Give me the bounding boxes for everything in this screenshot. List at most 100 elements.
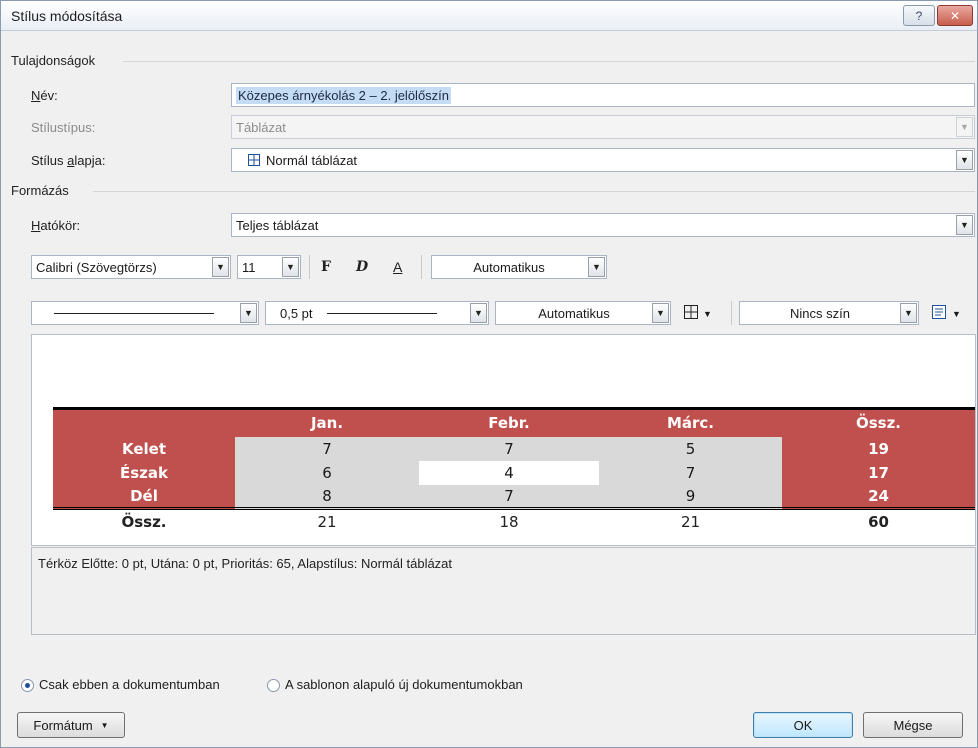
preview-summary-cell: 21 <box>235 507 419 535</box>
help-button[interactable]: ? <box>903 5 935 26</box>
preview-row: Kelet 7 7 5 19 <box>53 436 975 461</box>
modify-style-dialog: Stílus módosítása ? ✕ Tulajdonságok Név:… <box>0 0 978 748</box>
ok-button-label: OK <box>793 717 813 733</box>
ok-button[interactable]: OK <box>753 712 853 738</box>
preview-summary-label: Össz. <box>53 507 235 535</box>
window-title: Stílus módosítása <box>11 8 123 24</box>
based-on-select[interactable]: Normál táblázat ▼ <box>231 148 975 172</box>
format-button-label: Formátum <box>33 717 93 733</box>
preview-header-cell <box>53 407 235 437</box>
preview-summary-row: Össz. 21 18 21 60 <box>53 507 975 535</box>
font-value: Calibri (Szövegtörzs) <box>36 259 157 275</box>
line-style-select[interactable]: ▼ <box>31 301 259 325</box>
toolbar-separator <box>421 255 422 279</box>
name-input-value: Közepes árnyékolás 2 – 2. jelölőszín <box>236 86 452 104</box>
chevron-down-icon: ▼ <box>470 303 487 323</box>
borders-icon <box>683 304 699 323</box>
chevron-down-icon: ▼ <box>952 308 961 319</box>
chevron-down-icon: ▼ <box>900 303 917 323</box>
preview-summary-cell: 21 <box>599 507 782 535</box>
chevron-down-icon: ▼ <box>703 308 712 319</box>
preview-header-cell: Össz. <box>782 407 975 437</box>
name-label: Név: <box>31 88 58 103</box>
preview-header-cell: Márc. <box>599 407 782 437</box>
chevron-down-icon: ▼ <box>240 303 257 323</box>
preview-total-cell: 24 <box>782 484 975 509</box>
style-type-value: Táblázat <box>236 119 286 135</box>
format-menu-button[interactable]: Formátum ▼ <box>17 712 125 738</box>
line-weight-value: 0,5 pt <box>280 305 313 321</box>
italic-button[interactable]: D <box>356 259 368 275</box>
based-on-label: Stílus alapja: <box>31 153 106 168</box>
preview-total-cell: 19 <box>782 436 975 461</box>
font-size-value: 11 <box>242 259 256 275</box>
help-icon: ? <box>915 8 923 23</box>
border-color-value: Automatikus <box>538 305 610 321</box>
cancel-button[interactable]: Mégse <box>863 712 963 738</box>
preview-cell: 9 <box>599 484 782 509</box>
chevron-down-icon: ▼ <box>652 303 669 323</box>
shading-select[interactable]: Nincs szín ▼ <box>739 301 919 325</box>
font-color-select[interactable]: Automatikus ▼ <box>431 255 607 279</box>
preview-row-label: Kelet <box>53 436 235 461</box>
line-style-preview <box>54 312 214 314</box>
style-type-label: Stílustípus: <box>31 120 96 135</box>
chevron-down-icon: ▼ <box>956 117 973 137</box>
scope-select[interactable]: Teljes táblázat ▼ <box>231 213 975 237</box>
formatting-divider <box>93 191 975 192</box>
preview-cell: 5 <box>599 436 782 461</box>
preview-cell: 6 <box>235 460 419 485</box>
line-weight-preview <box>326 312 437 314</box>
only-this-document-radio[interactable] <box>21 679 34 692</box>
preview-row: Észak 6 4 7 17 <box>53 460 975 485</box>
underline-button[interactable]: A <box>393 259 402 275</box>
cancel-button-label: Mégse <box>893 717 933 733</box>
name-input[interactable]: Közepes árnyékolás 2 – 2. jelölőszín <box>231 83 975 107</box>
bold-button[interactable]: F <box>321 259 331 275</box>
title-bar: Stílus módosítása ? ✕ <box>1 1 977 31</box>
preview-header-row: Jan. Febr. Márc. Össz. <box>53 407 975 437</box>
template-documents-radio[interactable] <box>267 679 280 692</box>
style-type-select[interactable]: Táblázat ▼ <box>231 115 975 139</box>
close-button[interactable]: ✕ <box>937 5 973 26</box>
preview-cell: 8 <box>235 484 419 509</box>
preview-cell: 7 <box>599 460 782 485</box>
chevron-down-icon: ▼ <box>282 257 299 277</box>
chevron-down-icon: ▼ <box>212 257 229 277</box>
chevron-down-icon: ▼ <box>100 720 109 730</box>
close-icon: ✕ <box>949 8 961 23</box>
border-color-select[interactable]: Automatikus ▼ <box>495 301 671 325</box>
chevron-down-icon: ▼ <box>956 150 973 170</box>
scope-value: Teljes táblázat <box>236 217 319 233</box>
font-select[interactable]: Calibri (Szövegtörzs) ▼ <box>31 255 231 279</box>
preview-cell: 4 <box>419 460 599 485</box>
style-preview: Jan. Febr. Márc. Össz. Kelet 7 7 5 19 És… <box>31 334 976 546</box>
preview-cell: 7 <box>419 484 599 509</box>
template-documents-label: A sablonon alapuló új dokumentumokban <box>285 677 523 692</box>
alignment-button[interactable]: ▼ <box>931 304 961 323</box>
preview-row-label: Dél <box>53 484 235 509</box>
preview-row-label: Észak <box>53 460 235 485</box>
based-on-value: Normál táblázat <box>266 152 358 168</box>
chevron-down-icon: ▼ <box>956 215 973 235</box>
borders-button[interactable]: ▼ <box>683 304 712 323</box>
font-color-value: Automatikus <box>473 259 545 275</box>
scope-label: Hatókör: <box>31 218 81 233</box>
style-description: Térköz Előtte: 0 pt, Utána: 0 pt, Priori… <box>31 547 976 635</box>
preview-header-cell: Jan. <box>235 407 419 437</box>
preview-table: Jan. Febr. Márc. Össz. Kelet 7 7 5 19 És… <box>53 407 975 535</box>
only-this-document-label: Csak ebben a dokumentumban <box>39 677 220 692</box>
chevron-down-icon: ▼ <box>588 257 605 277</box>
preview-row: Dél 8 7 9 24 <box>53 484 975 509</box>
formatting-section-title: Formázás <box>11 183 69 198</box>
properties-section-title: Tulajdonságok <box>11 53 96 68</box>
preview-summary-cell: 18 <box>419 507 599 535</box>
preview-header-cell: Febr. <box>419 407 599 437</box>
line-weight-select[interactable]: 0,5 pt ▼ <box>265 301 489 325</box>
toolbar-separator <box>309 255 310 279</box>
toolbar-separator <box>731 301 732 325</box>
style-description-text: Térköz Előtte: 0 pt, Utána: 0 pt, Priori… <box>38 556 453 571</box>
font-size-select[interactable]: 11 ▼ <box>237 255 301 279</box>
preview-cell: 7 <box>419 436 599 461</box>
properties-divider <box>123 61 975 62</box>
